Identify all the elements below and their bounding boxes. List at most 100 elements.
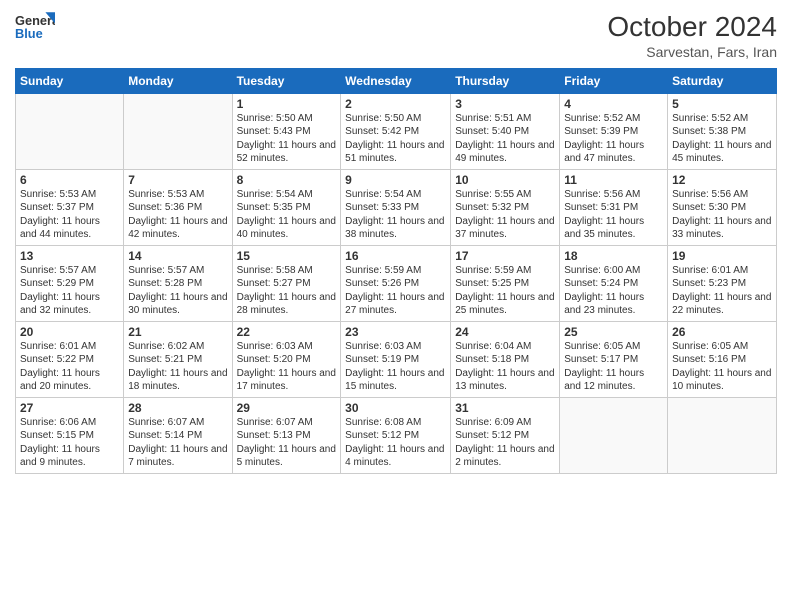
col-thursday: Thursday (451, 68, 560, 93)
calendar-cell (668, 397, 777, 473)
day-info: Sunrise: 5:53 AM Sunset: 5:37 PM Dayligh… (20, 188, 119, 242)
col-monday: Monday (124, 68, 232, 93)
day-number: 8 (237, 173, 337, 187)
calendar-cell: 11Sunrise: 5:56 AM Sunset: 5:31 PM Dayli… (560, 169, 668, 245)
day-info: Sunrise: 5:59 AM Sunset: 5:25 PM Dayligh… (455, 264, 555, 318)
month-title: October 2024 (607, 10, 777, 44)
day-number: 20 (20, 325, 119, 339)
day-info: Sunrise: 5:53 AM Sunset: 5:36 PM Dayligh… (128, 188, 227, 242)
calendar-table: Sunday Monday Tuesday Wednesday Thursday… (15, 68, 777, 474)
calendar-header-row: Sunday Monday Tuesday Wednesday Thursday… (16, 68, 777, 93)
calendar-cell: 22Sunrise: 6:03 AM Sunset: 5:20 PM Dayli… (232, 321, 341, 397)
day-number: 25 (564, 325, 663, 339)
day-number: 11 (564, 173, 663, 187)
calendar-cell: 13Sunrise: 5:57 AM Sunset: 5:29 PM Dayli… (16, 245, 124, 321)
calendar-cell (560, 397, 668, 473)
day-info: Sunrise: 5:50 AM Sunset: 5:43 PM Dayligh… (237, 112, 337, 166)
day-info: Sunrise: 5:51 AM Sunset: 5:40 PM Dayligh… (455, 112, 555, 166)
day-number: 5 (672, 97, 772, 111)
day-info: Sunrise: 6:03 AM Sunset: 5:20 PM Dayligh… (237, 340, 337, 394)
day-number: 21 (128, 325, 227, 339)
day-info: Sunrise: 5:52 AM Sunset: 5:39 PM Dayligh… (564, 112, 663, 166)
day-info: Sunrise: 6:07 AM Sunset: 5:13 PM Dayligh… (237, 416, 337, 470)
calendar-week-row: 27Sunrise: 6:06 AM Sunset: 5:15 PM Dayli… (16, 397, 777, 473)
day-info: Sunrise: 6:09 AM Sunset: 5:12 PM Dayligh… (455, 416, 555, 470)
calendar-cell: 19Sunrise: 6:01 AM Sunset: 5:23 PM Dayli… (668, 245, 777, 321)
calendar-cell: 3Sunrise: 5:51 AM Sunset: 5:40 PM Daylig… (451, 93, 560, 169)
calendar-cell: 26Sunrise: 6:05 AM Sunset: 5:16 PM Dayli… (668, 321, 777, 397)
day-number: 4 (564, 97, 663, 111)
calendar-cell: 12Sunrise: 5:56 AM Sunset: 5:30 PM Dayli… (668, 169, 777, 245)
logo-icon: General Blue (15, 10, 55, 45)
day-number: 26 (672, 325, 772, 339)
day-info: Sunrise: 6:04 AM Sunset: 5:18 PM Dayligh… (455, 340, 555, 394)
day-number: 6 (20, 173, 119, 187)
day-number: 1 (237, 97, 337, 111)
day-number: 3 (455, 97, 555, 111)
calendar-cell: 8Sunrise: 5:54 AM Sunset: 5:35 PM Daylig… (232, 169, 341, 245)
page: General Blue October 2024 Sarvestan, Far… (0, 0, 792, 612)
day-info: Sunrise: 5:54 AM Sunset: 5:33 PM Dayligh… (345, 188, 446, 242)
col-tuesday: Tuesday (232, 68, 341, 93)
calendar-cell: 6Sunrise: 5:53 AM Sunset: 5:37 PM Daylig… (16, 169, 124, 245)
day-info: Sunrise: 6:05 AM Sunset: 5:16 PM Dayligh… (672, 340, 772, 394)
day-number: 28 (128, 401, 227, 415)
calendar-cell: 1Sunrise: 5:50 AM Sunset: 5:43 PM Daylig… (232, 93, 341, 169)
day-info: Sunrise: 6:07 AM Sunset: 5:14 PM Dayligh… (128, 416, 227, 470)
day-info: Sunrise: 6:08 AM Sunset: 5:12 PM Dayligh… (345, 416, 446, 470)
calendar-cell: 2Sunrise: 5:50 AM Sunset: 5:42 PM Daylig… (341, 93, 451, 169)
day-info: Sunrise: 5:57 AM Sunset: 5:28 PM Dayligh… (128, 264, 227, 318)
calendar-cell: 29Sunrise: 6:07 AM Sunset: 5:13 PM Dayli… (232, 397, 341, 473)
day-number: 27 (20, 401, 119, 415)
calendar-cell: 23Sunrise: 6:03 AM Sunset: 5:19 PM Dayli… (341, 321, 451, 397)
day-info: Sunrise: 5:54 AM Sunset: 5:35 PM Dayligh… (237, 188, 337, 242)
day-number: 2 (345, 97, 446, 111)
col-friday: Friday (560, 68, 668, 93)
day-number: 23 (345, 325, 446, 339)
day-number: 7 (128, 173, 227, 187)
calendar-cell: 9Sunrise: 5:54 AM Sunset: 5:33 PM Daylig… (341, 169, 451, 245)
day-number: 10 (455, 173, 555, 187)
day-number: 18 (564, 249, 663, 263)
calendar-cell: 15Sunrise: 5:58 AM Sunset: 5:27 PM Dayli… (232, 245, 341, 321)
calendar-cell: 24Sunrise: 6:04 AM Sunset: 5:18 PM Dayli… (451, 321, 560, 397)
calendar-cell: 7Sunrise: 5:53 AM Sunset: 5:36 PM Daylig… (124, 169, 232, 245)
day-info: Sunrise: 6:02 AM Sunset: 5:21 PM Dayligh… (128, 340, 227, 394)
col-wednesday: Wednesday (341, 68, 451, 93)
calendar-cell: 5Sunrise: 5:52 AM Sunset: 5:38 PM Daylig… (668, 93, 777, 169)
calendar-cell: 16Sunrise: 5:59 AM Sunset: 5:26 PM Dayli… (341, 245, 451, 321)
calendar-cell: 18Sunrise: 6:00 AM Sunset: 5:24 PM Dayli… (560, 245, 668, 321)
calendar-cell: 30Sunrise: 6:08 AM Sunset: 5:12 PM Dayli… (341, 397, 451, 473)
day-info: Sunrise: 5:52 AM Sunset: 5:38 PM Dayligh… (672, 112, 772, 166)
logo: General Blue (15, 10, 55, 45)
calendar-week-row: 20Sunrise: 6:01 AM Sunset: 5:22 PM Dayli… (16, 321, 777, 397)
calendar-cell: 21Sunrise: 6:02 AM Sunset: 5:21 PM Dayli… (124, 321, 232, 397)
day-info: Sunrise: 5:58 AM Sunset: 5:27 PM Dayligh… (237, 264, 337, 318)
day-number: 9 (345, 173, 446, 187)
calendar-cell: 10Sunrise: 5:55 AM Sunset: 5:32 PM Dayli… (451, 169, 560, 245)
day-number: 17 (455, 249, 555, 263)
day-number: 14 (128, 249, 227, 263)
calendar-cell (16, 93, 124, 169)
calendar-cell: 25Sunrise: 6:05 AM Sunset: 5:17 PM Dayli… (560, 321, 668, 397)
header: General Blue October 2024 Sarvestan, Far… (15, 10, 777, 60)
day-number: 30 (345, 401, 446, 415)
day-info: Sunrise: 5:59 AM Sunset: 5:26 PM Dayligh… (345, 264, 446, 318)
day-info: Sunrise: 6:03 AM Sunset: 5:19 PM Dayligh… (345, 340, 446, 394)
calendar-cell: 14Sunrise: 5:57 AM Sunset: 5:28 PM Dayli… (124, 245, 232, 321)
day-info: Sunrise: 5:56 AM Sunset: 5:30 PM Dayligh… (672, 188, 772, 242)
day-number: 13 (20, 249, 119, 263)
day-number: 16 (345, 249, 446, 263)
day-info: Sunrise: 6:06 AM Sunset: 5:15 PM Dayligh… (20, 416, 119, 470)
calendar-cell: 17Sunrise: 5:59 AM Sunset: 5:25 PM Dayli… (451, 245, 560, 321)
calendar-week-row: 1Sunrise: 5:50 AM Sunset: 5:43 PM Daylig… (16, 93, 777, 169)
day-number: 31 (455, 401, 555, 415)
day-info: Sunrise: 5:50 AM Sunset: 5:42 PM Dayligh… (345, 112, 446, 166)
day-number: 22 (237, 325, 337, 339)
calendar-cell (124, 93, 232, 169)
day-number: 29 (237, 401, 337, 415)
svg-text:Blue: Blue (15, 26, 43, 41)
day-number: 15 (237, 249, 337, 263)
day-info: Sunrise: 6:01 AM Sunset: 5:23 PM Dayligh… (672, 264, 772, 318)
location-subtitle: Sarvestan, Fars, Iran (607, 44, 777, 60)
